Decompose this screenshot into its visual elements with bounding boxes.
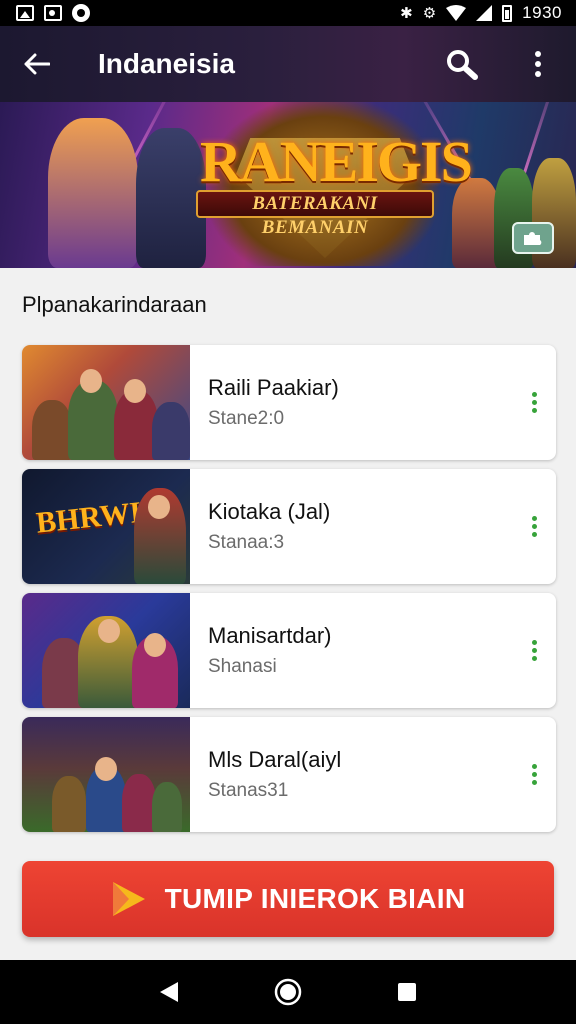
overflow-menu-button[interactable] [518, 44, 558, 84]
game-card[interactable]: Mls Daral(aiyl Stanas31 [22, 717, 556, 832]
game-thumbnail: BHRWIA [22, 469, 190, 584]
game-info: Kiotaka (Jal) Stanaa:3 [190, 498, 514, 555]
app-bar: Indaneisia [0, 26, 576, 102]
home-circle-icon [274, 978, 302, 1006]
game-subtitle: Stane2:0 [208, 408, 285, 429]
game-card[interactable]: Raili Paakiar) Stane2:0 [22, 345, 556, 460]
game-thumbnail [22, 345, 190, 460]
game-info: Raili Paakiar) Stane2:0 [190, 374, 514, 431]
more-dot-icon [531, 640, 537, 645]
game-thumbnail [22, 593, 190, 708]
more-dot-icon [531, 772, 537, 777]
status-bar: ✱ ⚙ 1930 [0, 0, 576, 26]
nav-back-button[interactable] [147, 970, 191, 1014]
game-title: Mls Daral(aiyl [208, 747, 342, 772]
game-card[interactable]: Manisartdar) Shanasi [22, 593, 556, 708]
game-thumbnail [22, 717, 190, 832]
game-title: Raili Paakiar) [208, 375, 339, 400]
section-title: Plpanakarindaraan [22, 292, 207, 317]
status-time: 1930 [522, 3, 562, 22]
more-dot-icon [531, 532, 537, 537]
more-dot-icon [531, 400, 537, 405]
game-more-button[interactable] [514, 621, 554, 681]
thumbnail-logo-text: BHRWIA [34, 493, 165, 540]
game-subtitle: Stanas31 [208, 780, 289, 801]
featured-banner[interactable]: RANEIGIS BATERAKANI BEMANAIN [0, 102, 576, 268]
more-dot-icon [531, 408, 537, 413]
game-card[interactable]: BHRWIA Kiotaka (Jal) Stanaa:3 [22, 469, 556, 584]
nav-home-button[interactable] [266, 970, 310, 1014]
game-subtitle: Stanaa:3 [208, 532, 285, 553]
more-dot-icon [531, 780, 537, 785]
game-title: Kiotaka (Jal) [208, 499, 331, 524]
thumbnail-face [144, 633, 166, 657]
cta-label: TUMIP INIEROK BIAIN [164, 883, 466, 914]
battery-icon [502, 4, 513, 22]
thumbnail-character [152, 402, 190, 460]
arrow-left-icon [24, 53, 50, 75]
banner-character [48, 118, 138, 268]
game-info: Mls Daral(aiyl Stanas31 [190, 746, 514, 803]
page-title: Indaneisia [98, 48, 235, 79]
image-icon [44, 5, 62, 21]
game-subtitle: Shanasi [208, 656, 277, 677]
back-button[interactable] [18, 45, 56, 83]
banner-subtitle: BATERAKANI BEMANAIN [196, 190, 434, 238]
thumbnail-character [122, 774, 156, 832]
play-cta-button[interactable]: TUMIP INIEROK BIAIN [22, 861, 554, 937]
game-list: Raili Paakiar) Stane2:0 BHRWIA Kiotaka (… [22, 345, 556, 832]
more-dot-icon [531, 524, 537, 529]
more-dot-icon [531, 392, 537, 397]
thumbnail-face [95, 757, 117, 781]
search-button[interactable] [442, 44, 482, 84]
game-info: Manisartdar) Shanasi [190, 622, 514, 679]
thumbnail-character [52, 776, 86, 832]
gallery-icon [16, 5, 34, 21]
banner-title: RANEIGIS [200, 129, 473, 194]
game-more-button[interactable] [514, 373, 554, 433]
more-dot-icon [531, 656, 537, 661]
wifi-icon [446, 5, 467, 21]
thumbnail-face [80, 369, 102, 393]
search-icon [447, 50, 478, 80]
system-nav-bar [0, 960, 576, 1024]
play-icon [112, 882, 145, 916]
puzzle-icon [524, 232, 542, 245]
thumbnail-character [152, 782, 182, 832]
bluetooth-icon: ✱ [400, 4, 413, 22]
game-more-button[interactable] [514, 745, 554, 805]
notification-icon [72, 4, 90, 22]
more-dot-icon [531, 516, 537, 521]
thumbnail-face [98, 619, 120, 643]
signal-icon [476, 5, 493, 21]
thumbnail-character [32, 400, 72, 460]
nav-recents-button[interactable] [385, 970, 429, 1014]
game-more-button[interactable] [514, 497, 554, 557]
thumbnail-face [124, 379, 146, 403]
status-right-icons: ✱ ⚙ 1930 [400, 3, 562, 23]
status-left-icons [16, 4, 90, 22]
thumbnail-face [148, 495, 170, 519]
vibrate-icon: ⚙ [422, 4, 437, 22]
more-dot-icon [531, 764, 537, 769]
back-triangle-icon [160, 982, 179, 1002]
game-title: Manisartdar) [208, 623, 332, 648]
more-dot-icon [531, 648, 537, 653]
more-vert-icon [535, 51, 541, 77]
recents-square-icon [397, 983, 416, 1001]
banner-badge-button[interactable] [512, 222, 554, 254]
